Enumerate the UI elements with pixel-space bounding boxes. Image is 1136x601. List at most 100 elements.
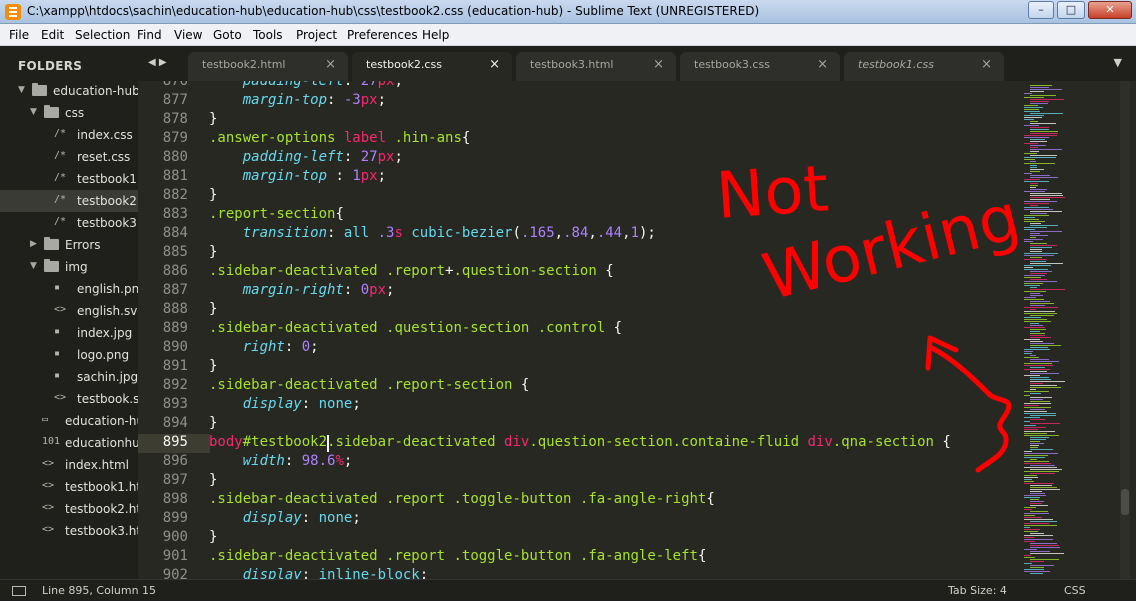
sidebar-item[interactable]: ▼ img (0, 256, 138, 278)
code-line[interactable]: transition: all .3s cubic-bezier(.165,.8… (209, 225, 656, 241)
code-editor[interactable]: 876 padding-left: 27px; 877 margin-top: -… (138, 81, 1022, 579)
sidebar-item[interactable]: ▪ index.jpg (0, 322, 138, 344)
sidebar-item[interactable]: <> index.html (0, 454, 138, 476)
code-line[interactable]: } (209, 358, 217, 374)
tab-nav-arrows-icon[interactable]: ◀ ▶ (148, 57, 167, 68)
minimap-line (1030, 87, 1049, 88)
tab[interactable]: testbook2.css × (352, 52, 512, 81)
code-line[interactable]: .sidebar-deactivated .report+.question-s… (209, 263, 614, 279)
line-number: 877 (162, 92, 188, 108)
code-line[interactable]: margin-top: -3px; (209, 92, 386, 108)
collapse-arrow-icon[interactable]: ▶ (30, 239, 37, 249)
code-line[interactable]: } (209, 301, 217, 317)
sidebar-item[interactable]: ▶ Errors (0, 234, 138, 256)
minimize-button[interactable]: – (1028, 1, 1054, 19)
tab-close-icon[interactable]: × (981, 57, 992, 72)
minimap-line (1024, 519, 1053, 520)
code-line[interactable]: .report-section{ (209, 206, 344, 222)
sidebar-item[interactable]: /* index.css (0, 124, 138, 146)
line-number: 900 (162, 529, 188, 545)
code-line[interactable]: margin-right: 0px; (209, 282, 395, 298)
tab-close-icon[interactable]: × (817, 57, 828, 72)
panel-toggle-icon[interactable] (12, 586, 26, 596)
maximize-button[interactable]: □ (1057, 1, 1085, 19)
code-line[interactable]: padding-left: 27px; (209, 149, 403, 165)
code-line[interactable]: right: 0; (209, 339, 319, 355)
tab-close-icon[interactable]: × (489, 57, 500, 72)
sidebar-item[interactable]: ▭ education-hul (0, 410, 138, 432)
tab[interactable]: testbook3.html × (516, 52, 676, 81)
sidebar-item[interactable]: ▼ education-hub (0, 80, 138, 102)
minimap-line (1024, 93, 1032, 94)
code-line[interactable]: display: none; (209, 396, 361, 412)
tab[interactable]: testbook1.css × (844, 52, 1004, 81)
code-line[interactable]: } (209, 472, 217, 488)
tab[interactable]: testbook3.css × (680, 52, 840, 81)
code-line[interactable]: } (209, 415, 217, 431)
code-line[interactable]: } (209, 244, 217, 260)
minimap-line (1024, 201, 1057, 202)
sidebar-item[interactable]: <> testbook1.htm (0, 476, 138, 498)
syntax-selector[interactable]: CSS (1064, 584, 1086, 597)
code-line[interactable]: .sidebar-deactivated .question-section .… (209, 320, 622, 336)
code-line[interactable]: padding-left: 27px; (209, 81, 403, 89)
menu-view[interactable]: View (174, 28, 202, 42)
code-line[interactable]: } (209, 187, 217, 203)
code-line[interactable]: width: 98.6%; (209, 453, 353, 469)
minimap-line (1030, 341, 1043, 342)
code-line[interactable]: display: inline-block; (209, 567, 428, 579)
code-line[interactable]: } (209, 529, 217, 545)
minimap-line (1030, 347, 1048, 348)
menu-selection[interactable]: Selection (75, 28, 130, 42)
code-line[interactable]: .sidebar-deactivated .report-section { (209, 377, 529, 393)
menu-goto[interactable]: Goto (213, 28, 242, 42)
sidebar-item[interactable]: <> english.svg (0, 300, 138, 322)
menu-edit[interactable]: Edit (41, 28, 64, 42)
close-window-button[interactable]: ✕ (1088, 1, 1132, 19)
sidebar-item[interactable]: <> testbook3.htm (0, 520, 138, 542)
folder-icon (32, 83, 47, 96)
code-line[interactable]: body#testbook2.sidebar-deactivated div.q… (209, 434, 951, 450)
sidebar-item[interactable]: ▼ css (0, 102, 138, 124)
code-file-icon: <> (42, 480, 55, 491)
minimap-line (1030, 543, 1057, 544)
scrollbar[interactable] (1120, 81, 1130, 579)
sidebar-item[interactable]: /* testbook3.c (0, 212, 138, 234)
sidebar-item[interactable]: ▪ english.png (0, 278, 138, 300)
sidebar-item[interactable]: ▪ sachin.jpg (0, 366, 138, 388)
minimap-line (1024, 125, 1039, 126)
minimap-line (1030, 95, 1056, 96)
code-line[interactable]: margin-top : 1px; (209, 168, 386, 184)
code-line[interactable]: .sidebar-deactivated .report .toggle-but… (209, 491, 715, 507)
menu-file[interactable]: File (9, 28, 29, 42)
menu-tools[interactable]: Tools (253, 28, 283, 42)
menu-find[interactable]: Find (137, 28, 162, 42)
tab-close-icon[interactable]: × (653, 57, 664, 72)
sidebar-item[interactable]: 101 educationhub (0, 432, 138, 454)
sidebar-item[interactable]: <> testbook2.htm (0, 498, 138, 520)
minimap[interactable] (1022, 81, 1136, 579)
expand-arrow-icon[interactable]: ▼ (18, 85, 25, 95)
minimap-line (1024, 307, 1058, 308)
code-line[interactable]: .sidebar-deactivated .report .toggle-but… (209, 548, 706, 564)
code-line[interactable]: } (209, 111, 217, 127)
menu-project[interactable]: Project (296, 28, 337, 42)
minimap-line (1030, 343, 1054, 344)
menu-preferences[interactable]: Preferences (347, 28, 418, 42)
tab[interactable]: testbook2.html × (188, 52, 348, 81)
menu-help[interactable]: Help (422, 28, 449, 42)
scrollbar-thumb[interactable] (1121, 489, 1129, 515)
sidebar-item[interactable]: /* testbook2.c (0, 190, 138, 212)
sidebar-item[interactable]: ▪ logo.png (0, 344, 138, 366)
code-line[interactable]: .answer-options label .hin-ans{ (209, 130, 470, 146)
tab-size-selector[interactable]: Tab Size: 4 (948, 584, 1007, 597)
sidebar-item[interactable]: /* testbook1.c (0, 168, 138, 190)
expand-arrow-icon[interactable]: ▼ (30, 107, 37, 117)
expand-arrow-icon[interactable]: ▼ (30, 261, 37, 271)
sidebar-item[interactable]: <> testbook.sv (0, 388, 138, 410)
tab-overflow-icon[interactable]: ▼ (1114, 56, 1122, 69)
code-line[interactable]: display: none; (209, 510, 361, 526)
minimap-line (1030, 99, 1064, 100)
sidebar-item[interactable]: /* reset.css (0, 146, 138, 168)
tab-close-icon[interactable]: × (325, 57, 336, 72)
